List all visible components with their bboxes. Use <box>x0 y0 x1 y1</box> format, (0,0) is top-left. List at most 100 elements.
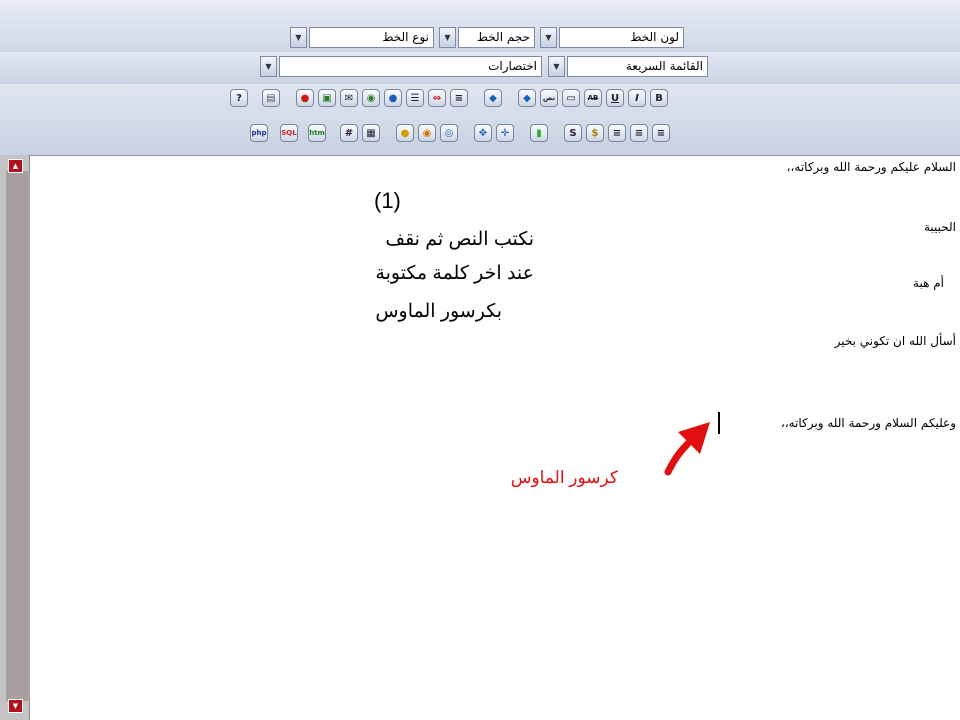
green-icon: ▮ <box>536 127 542 139</box>
marker-button[interactable]: ◆ <box>484 89 502 107</box>
indent-button[interactable]: ≡ <box>450 89 468 107</box>
chevron-down-icon: ▼ <box>553 62 560 71</box>
email-icon: ✉ <box>344 92 354 104</box>
code-icon: ⇔ <box>432 92 442 104</box>
font-size-select[interactable]: حجم الخط <box>458 27 535 48</box>
align-left-icon: ≡ <box>612 127 622 139</box>
align-right-icon: ≡ <box>656 127 666 139</box>
htm-icon: htm <box>309 129 325 137</box>
text-icon: نص <box>542 94 556 102</box>
reply-line: وعليكم السلام ورحمة الله وبركاته،، <box>780 416 956 430</box>
scrollbar-track[interactable] <box>6 171 30 701</box>
shortcuts-dropdown-button[interactable]: ▼ <box>260 56 277 77</box>
name-line: أم هبة <box>913 276 944 290</box>
flash-button[interactable]: ● <box>296 89 314 107</box>
php-button[interactable]: php <box>250 124 268 142</box>
ball-icon: ● <box>388 92 398 104</box>
underline-icon: U <box>610 92 620 104</box>
strike-button[interactable]: AB <box>584 89 602 107</box>
flash-icon: ● <box>300 92 310 104</box>
italic-icon: I <box>635 92 639 104</box>
quote-button[interactable]: ● <box>396 124 414 142</box>
arrow-up-icon: ▲ <box>12 162 19 170</box>
greeting-line: السلام عليكم ورحمة الله وبركاته،، <box>786 160 956 174</box>
strike-icon: AB <box>587 94 599 102</box>
text-caret <box>718 412 720 434</box>
instruction-line-3: بكرسور الماوس <box>375 301 502 322</box>
ball-button[interactable]: ● <box>384 89 402 107</box>
move-icon: ✥ <box>478 127 488 139</box>
media-button[interactable]: ◉ <box>418 124 436 142</box>
chevron-down-icon: ▼ <box>545 33 552 42</box>
code-button[interactable]: ⇔ <box>428 89 446 107</box>
chevron-down-icon: ▼ <box>295 33 302 42</box>
cursor-annotation: كرسور الماوس <box>510 468 618 487</box>
help-button[interactable]: ? <box>230 89 248 107</box>
s-button[interactable]: S <box>564 124 582 142</box>
table-icon: ▦ <box>366 127 376 139</box>
italic-button[interactable]: I <box>628 89 646 107</box>
expand-button[interactable]: ✛ <box>496 124 514 142</box>
quick-list-select[interactable]: القائمة السريعة <box>567 56 708 77</box>
page-icon: ▤ <box>266 92 276 104</box>
quote-icon: ● <box>400 127 410 139</box>
image-icon: ▣ <box>322 92 332 104</box>
marker-icon: ◆ <box>489 92 497 104</box>
instruction-line-2: عند اخر كلمة مكتوبة <box>375 263 534 284</box>
bold-icon: B <box>655 92 663 104</box>
font-color-dropdown-button[interactable]: ▼ <box>540 27 557 48</box>
quick-list-dropdown-button[interactable]: ▼ <box>548 56 565 77</box>
globe-icon: ◉ <box>366 92 376 104</box>
align-right-button[interactable]: ≡ <box>652 124 670 142</box>
font-type-select[interactable]: نوع الخط <box>309 27 434 48</box>
toolbar-row-fonts: ▼ نوع الخط ▼ حجم الخط ▼ لون الخط <box>0 0 960 53</box>
font-size-dropdown-button[interactable]: ▼ <box>439 27 456 48</box>
bold-button[interactable]: B <box>650 89 668 107</box>
toolbar-row-buttons: ? ▤ ● ▣ ✉ ◉ ● ☰ ⇔ ≡ ◆ ◆ نص ▭ AB U I B ph… <box>0 84 960 155</box>
drop-button[interactable]: ◆ <box>518 89 536 107</box>
text-direction-button[interactable]: نص <box>540 89 558 107</box>
help-icon: ? <box>236 92 242 104</box>
info-button[interactable]: ◎ <box>440 124 458 142</box>
list-button[interactable]: ☰ <box>406 89 424 107</box>
wish-line: أسأل الله ان تكوني بخير <box>834 334 956 348</box>
red-arrow-icon <box>664 422 710 476</box>
dollar-button[interactable]: $ <box>586 124 604 142</box>
arrow-down-icon: ▼ <box>12 702 19 710</box>
dollar-icon: $ <box>591 127 599 139</box>
scroll-down-button[interactable]: ▼ <box>8 699 23 713</box>
instruction-line-1: نكتب النص ثم نقف <box>385 229 534 250</box>
sql-button[interactable]: SQL <box>280 124 298 142</box>
table-button[interactable]: ▦ <box>362 124 380 142</box>
htm-button[interactable]: htm <box>308 124 326 142</box>
php-icon: php <box>251 129 267 137</box>
shortcuts-select[interactable]: اختصارات <box>279 56 542 77</box>
link-button[interactable]: ◉ <box>362 89 380 107</box>
image-button[interactable]: ▣ <box>318 89 336 107</box>
text-box-button[interactable]: ▭ <box>562 89 580 107</box>
editor-toolbar: ▼ نوع الخط ▼ حجم الخط ▼ لون الخط ▼ اختصا… <box>0 0 960 156</box>
underline-button[interactable]: U <box>606 89 624 107</box>
chevron-down-icon: ▼ <box>265 62 272 71</box>
align-center-button[interactable]: ≡ <box>630 124 648 142</box>
drop-icon: ◆ <box>523 92 531 104</box>
indent-icon: ≡ <box>454 92 464 104</box>
list-icon: ☰ <box>410 92 420 104</box>
email-button[interactable]: ✉ <box>340 89 358 107</box>
dear-line: الحبيبة <box>923 220 956 234</box>
editor-scrollbar[interactable]: ▲ ▼ <box>0 155 30 720</box>
green-button[interactable]: ▮ <box>530 124 548 142</box>
scroll-up-button[interactable]: ▲ <box>8 159 23 173</box>
media-icon: ◉ <box>422 127 432 139</box>
hash-icon: # <box>344 127 354 139</box>
align-center-icon: ≡ <box>634 127 644 139</box>
sql-icon: SQL <box>281 129 297 137</box>
new-page-button[interactable]: ▤ <box>262 89 280 107</box>
hash-button[interactable]: # <box>340 124 358 142</box>
chevron-down-icon: ▼ <box>444 33 451 42</box>
font-type-dropdown-button[interactable]: ▼ <box>290 27 307 48</box>
font-color-select[interactable]: لون الخط <box>559 27 684 48</box>
s-icon: S <box>569 127 577 139</box>
move-button[interactable]: ✥ <box>474 124 492 142</box>
align-left-button[interactable]: ≡ <box>608 124 626 142</box>
